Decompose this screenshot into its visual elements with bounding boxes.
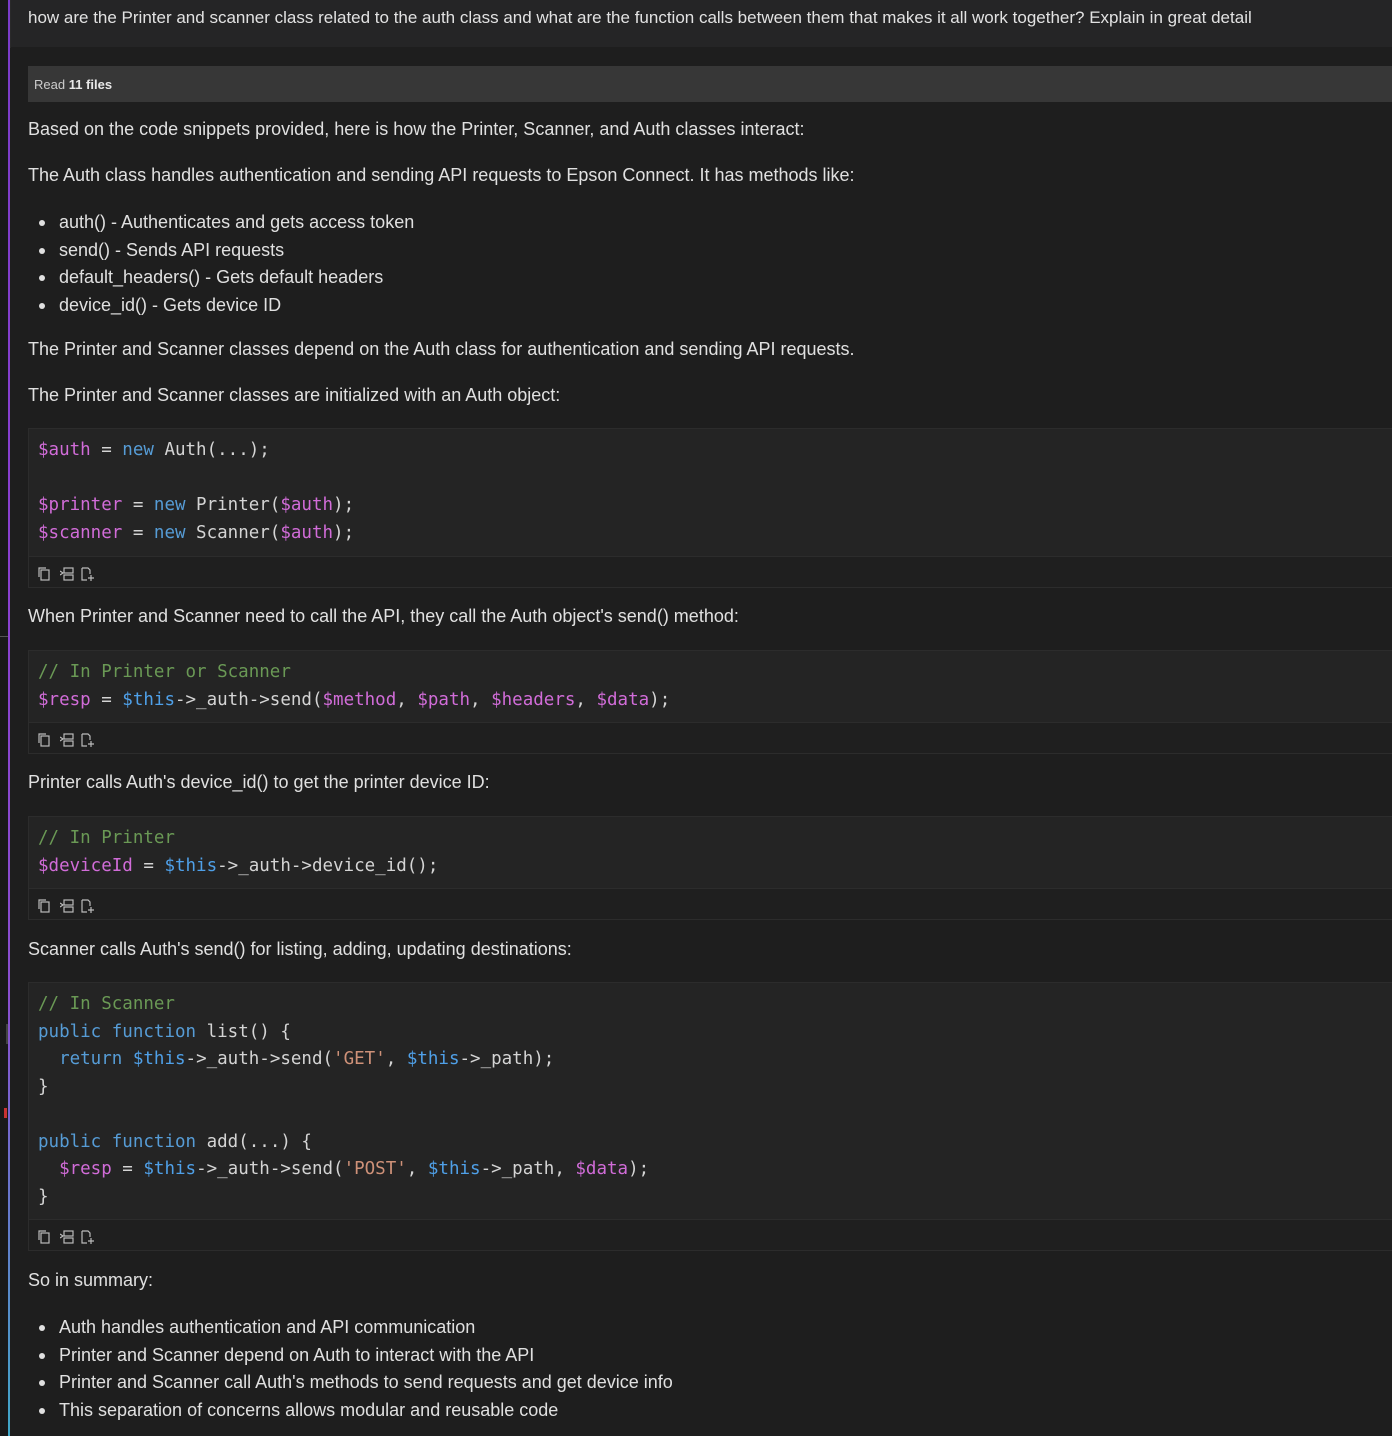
auth-methods-list: auth() - Authenticates and gets access t… bbox=[28, 210, 414, 320]
conversation-accent-line bbox=[8, 0, 10, 1436]
list-item: auth() - Authenticates and gets access t… bbox=[28, 210, 414, 238]
device-text: Printer calls Auth's device_id() to get … bbox=[28, 772, 490, 792]
summary-title: So in summary: bbox=[28, 1270, 154, 1290]
read-files-bar[interactable]: Read 11 files bbox=[28, 66, 1392, 102]
code-block: // In Scanner public function list() { r… bbox=[28, 982, 1392, 1251]
gutter-marker bbox=[6, 1024, 8, 1044]
new-file-icon[interactable] bbox=[80, 899, 94, 913]
insert-at-cursor-icon[interactable] bbox=[60, 733, 74, 747]
scanner-text: Scanner calls Auth's send() for listing,… bbox=[28, 939, 572, 959]
insert-at-cursor-icon[interactable] bbox=[60, 567, 74, 581]
code-content[interactable]: // In Printer $deviceId = $this->_auth->… bbox=[29, 817, 1392, 888]
code-toolbar bbox=[29, 722, 1392, 753]
code-toolbar bbox=[29, 888, 1392, 919]
new-file-icon[interactable] bbox=[80, 1230, 94, 1244]
read-label: Read bbox=[34, 77, 66, 92]
user-question[interactable]: how are the Printer and scanner class re… bbox=[11, 0, 1392, 47]
list-item: device_id() - Gets device ID bbox=[28, 293, 414, 321]
insert-at-cursor-icon[interactable] bbox=[60, 899, 74, 913]
list-item: This separation of concerns allows modul… bbox=[28, 1398, 673, 1426]
read-files-count: 11 files bbox=[68, 77, 113, 92]
code-block: // In Printer or Scanner $resp = $this->… bbox=[28, 650, 1392, 754]
copy-icon[interactable] bbox=[38, 899, 52, 913]
gutter-marker bbox=[0, 636, 8, 637]
new-file-icon[interactable] bbox=[80, 567, 94, 581]
code-block: $auth = new Auth(...); $printer = new Pr… bbox=[28, 428, 1392, 588]
depend-text: The Printer and Scanner classes depend o… bbox=[28, 339, 855, 359]
code-content[interactable]: // In Scanner public function list() { r… bbox=[29, 983, 1392, 1219]
auth-description: The Auth class handles authentication an… bbox=[28, 165, 855, 185]
left-gutter bbox=[0, 0, 8, 1436]
list-item: Printer and Scanner depend on Auth to in… bbox=[28, 1343, 673, 1371]
init-text: The Printer and Scanner classes are init… bbox=[28, 385, 561, 405]
code-toolbar bbox=[29, 556, 1392, 587]
copy-icon[interactable] bbox=[38, 567, 52, 581]
summary-list: Auth handles authentication and API comm… bbox=[28, 1315, 673, 1425]
gutter-error-marker bbox=[4, 1108, 7, 1118]
list-item: send() - Sends API requests bbox=[28, 238, 414, 266]
new-file-icon[interactable] bbox=[80, 733, 94, 747]
code-content[interactable]: // In Printer or Scanner $resp = $this->… bbox=[29, 651, 1392, 722]
list-item: default_headers() - Gets default headers bbox=[28, 265, 414, 293]
list-item: Auth handles authentication and API comm… bbox=[28, 1315, 673, 1343]
code-block: // In Printer $deviceId = $this->_auth->… bbox=[28, 816, 1392, 920]
code-content[interactable]: $auth = new Auth(...); $printer = new Pr… bbox=[29, 429, 1392, 556]
answer-intro: Based on the code snippets provided, her… bbox=[28, 119, 805, 139]
list-item: Printer and Scanner call Auth's methods … bbox=[28, 1370, 673, 1398]
code-toolbar bbox=[29, 1219, 1392, 1250]
insert-at-cursor-icon[interactable] bbox=[60, 1230, 74, 1244]
send-text: When Printer and Scanner need to call th… bbox=[28, 606, 739, 626]
copy-icon[interactable] bbox=[38, 733, 52, 747]
copy-icon[interactable] bbox=[38, 1230, 52, 1244]
